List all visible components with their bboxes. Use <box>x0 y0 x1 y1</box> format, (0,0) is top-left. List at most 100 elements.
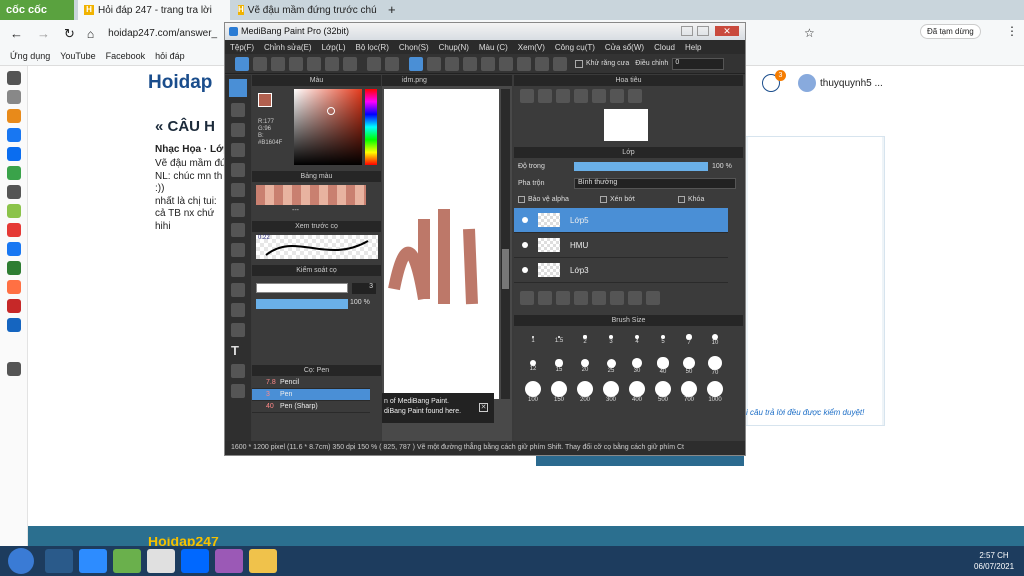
brush-size-option[interactable]: 4 <box>624 329 650 355</box>
menu-filter[interactable]: Bộ lọc(R) <box>356 43 389 52</box>
actual-size-icon[interactable] <box>574 89 588 103</box>
open-icon[interactable] <box>289 56 303 71</box>
new-tab-button[interactable]: + <box>388 2 396 17</box>
brush-size-option[interactable]: 7 <box>676 329 702 355</box>
pen-item-pen-sharp[interactable]: 40 Pen (Sharp) <box>252 401 370 413</box>
layer-row[interactable]: HMU <box>514 233 728 258</box>
undo-icon[interactable] <box>367 56 381 71</box>
bookmark-facebook[interactable]: Facebook <box>106 51 146 61</box>
hue-slider[interactable] <box>365 89 377 165</box>
crown-icon[interactable] <box>7 109 21 123</box>
brush-size-option[interactable]: 300 <box>598 381 624 407</box>
canvas-tab[interactable]: idm.png <box>382 75 512 86</box>
rotate-right-icon[interactable] <box>610 89 624 103</box>
lasso-tool-icon[interactable] <box>231 263 245 277</box>
pen-item-pencil[interactable]: 7.8 Pencil <box>252 377 370 389</box>
menu-layer[interactable]: Lớp(L) <box>322 43 346 52</box>
select-eraser-icon[interactable] <box>231 323 245 337</box>
clipping-checkbox[interactable] <box>600 196 607 203</box>
brush-size-option[interactable]: 1.5 <box>546 329 572 355</box>
brush-size-option[interactable]: 12 <box>520 355 546 381</box>
brush-size-option[interactable]: 400 <box>624 381 650 407</box>
add-icon[interactable] <box>7 185 21 199</box>
select-pen-icon[interactable] <box>231 303 245 317</box>
adjust-select[interactable]: 0 <box>672 57 725 70</box>
paint-taskbar-icon[interactable] <box>215 549 243 573</box>
brush-size-option[interactable]: 2 <box>572 329 598 355</box>
comment-icon[interactable] <box>271 56 285 71</box>
shop-icon[interactable] <box>7 280 21 294</box>
brush-tool-icon[interactable] <box>229 79 247 97</box>
rotate-left-icon[interactable] <box>592 89 606 103</box>
brush-size-option[interactable]: 3 <box>598 329 624 355</box>
menu-select[interactable]: Chọn(S) <box>399 43 429 52</box>
visibility-icon[interactable] <box>522 217 528 223</box>
news-icon[interactable] <box>7 299 21 313</box>
duplicate-icon[interactable] <box>610 291 624 305</box>
select-tool-icon[interactable] <box>231 243 245 257</box>
url-field[interactable]: hoidap247.com/answer_ <box>108 28 217 39</box>
operation-tool-icon[interactable] <box>231 364 245 378</box>
brush-size-option[interactable]: 1000 <box>702 381 728 407</box>
coccoc-taskbar-icon[interactable] <box>113 549 141 573</box>
snap-ellipse-icon[interactable] <box>535 56 549 71</box>
brush-size-option[interactable]: 200 <box>572 381 598 407</box>
menu-snap[interactable]: Chụp(N) <box>439 43 469 52</box>
user-name[interactable]: thuyquynh5 ... <box>820 78 883 89</box>
flip-icon[interactable] <box>628 89 642 103</box>
snap-off-icon[interactable] <box>409 56 423 71</box>
maximize-button[interactable] <box>697 26 709 36</box>
zalo-icon[interactable] <box>7 147 21 161</box>
palette-swatches[interactable] <box>256 185 366 205</box>
answer-button[interactable] <box>536 456 744 466</box>
brush-size-option[interactable]: 700 <box>676 381 702 407</box>
alpha-protect-checkbox[interactable] <box>518 196 525 203</box>
zoom-in-icon[interactable] <box>520 89 534 103</box>
opacity-slider[interactable] <box>256 299 348 309</box>
zoom-out-icon[interactable] <box>538 89 552 103</box>
app-icon[interactable] <box>7 204 21 218</box>
menu-color[interactable]: Màu (C) <box>479 43 508 52</box>
snap-radial-icon[interactable] <box>481 56 495 71</box>
clock[interactable]: 2:57 CH 06/07/2021 <box>974 550 1014 572</box>
fill-rect-icon[interactable] <box>231 183 245 197</box>
brush-size-option[interactable]: 15 <box>546 355 572 381</box>
gradient-tool-icon[interactable] <box>231 223 245 237</box>
home-icon[interactable]: ⌂ <box>87 27 94 41</box>
text-tool-icon[interactable]: T <box>231 343 245 358</box>
brush-size-option[interactable]: 1 <box>520 329 546 355</box>
snap-grid-icon[interactable] <box>445 56 459 71</box>
save-icon[interactable] <box>307 56 321 71</box>
back-icon[interactable]: ← <box>10 26 23 41</box>
reload-icon[interactable]: ↻ <box>64 26 75 42</box>
close-button[interactable]: ✕ <box>715 26 739 36</box>
bell-icon[interactable] <box>7 362 21 376</box>
add-1bit-icon[interactable] <box>574 291 588 305</box>
game-icon[interactable] <box>7 166 21 180</box>
antialias-checkbox[interactable] <box>575 59 583 68</box>
toast-close-icon[interactable]: ✕ <box>479 403 488 412</box>
magic-wand-icon[interactable] <box>231 283 245 297</box>
visibility-icon[interactable] <box>522 242 528 248</box>
brush-size-option[interactable]: 30 <box>624 355 650 381</box>
pen-tool-icon[interactable] <box>231 143 245 157</box>
menu-help[interactable]: Help <box>685 43 701 52</box>
minimize-button[interactable] <box>681 26 693 36</box>
move-tool-icon[interactable] <box>231 163 245 177</box>
brush-size-option[interactable]: 500 <box>650 381 676 407</box>
add-layer-icon[interactable] <box>520 291 534 305</box>
canvas[interactable] <box>384 89 499 399</box>
brush-size-option[interactable]: 150 <box>546 381 572 407</box>
cloud-icon[interactable] <box>235 56 249 71</box>
bookmark-hoidap[interactable]: hỏi đáp <box>155 51 185 61</box>
color-picker-handle[interactable] <box>327 107 335 115</box>
menu-edit[interactable]: Chỉnh sửa(E) <box>264 43 312 52</box>
brush-size-option[interactable]: 10 <box>702 329 728 355</box>
folder-icon[interactable] <box>592 291 606 305</box>
zalo-taskbar-icon[interactable] <box>181 549 209 573</box>
profile-button[interactable]: Đã tạm dừng <box>920 24 981 39</box>
new-file-icon[interactable] <box>253 56 267 71</box>
browser-brand[interactable]: cốc cốc <box>0 0 74 20</box>
bookmark-apps[interactable]: Ứng dụng <box>10 51 50 61</box>
layer-icon[interactable] <box>343 56 357 71</box>
